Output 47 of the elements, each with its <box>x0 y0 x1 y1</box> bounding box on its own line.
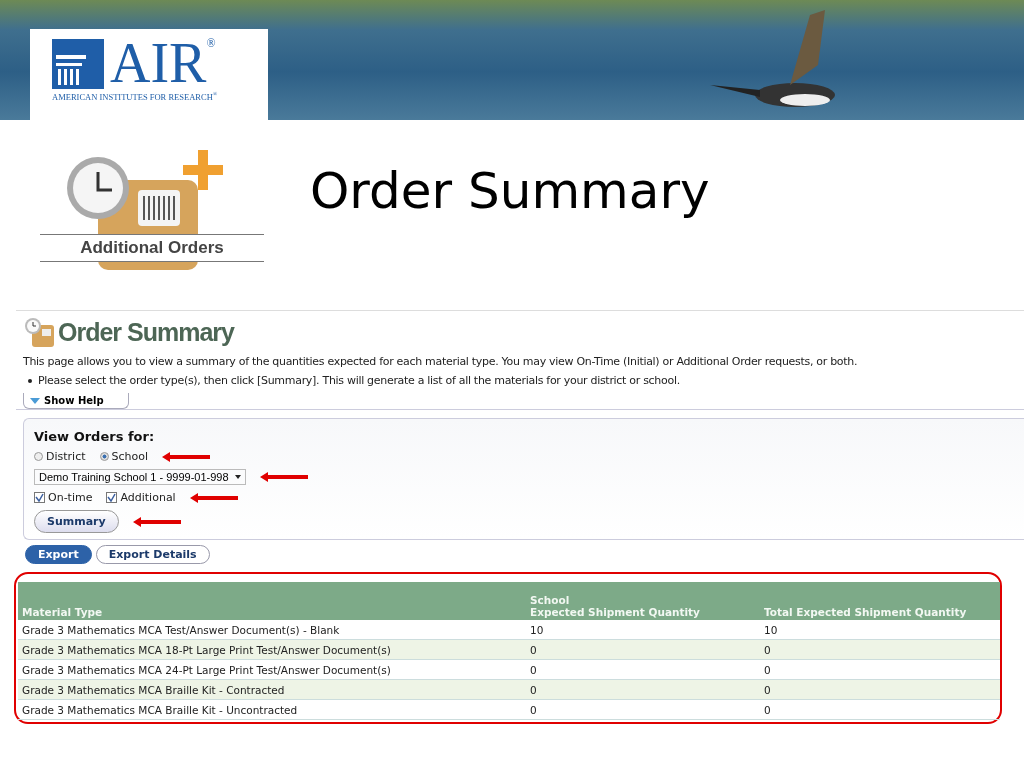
logo-tagline: AMERICAN INSTITUTES FOR RESEARCH$^{®}$ <box>52 91 219 102</box>
logo-wordmark: AIR$^{®}$ <box>110 37 216 89</box>
badge-caption: Additional Orders <box>40 234 264 262</box>
checkbox[interactable] <box>34 492 45 503</box>
table-cell: Grade 3 Mathematics MCA Braille Kit - Contracted <box>18 679 526 700</box>
table-cell: 10 <box>526 620 760 640</box>
table-cell: Grade 3 Mathematics MCA 18-Pt Large Print Test/Answer Document(s) <box>18 639 526 660</box>
checkbox-option[interactable]: Additional <box>106 491 176 504</box>
slide-title: Order Summary <box>310 162 710 220</box>
arrow-icon <box>132 516 181 527</box>
radio-button[interactable] <box>99 452 109 461</box>
table-cell: 0 <box>760 699 1000 720</box>
export-button[interactable]: Export Details <box>95 545 210 564</box>
table-cell: 0 <box>526 639 760 660</box>
table-cell: 0 <box>526 699 760 720</box>
show-help-toggle[interactable]: Show Help <box>23 393 129 409</box>
bullet-icon <box>28 378 32 383</box>
caret-icon <box>234 475 241 479</box>
table-cell: Grade 3 Mathematics MCA 24-Pt Large Print Test/Answer Document(s) <box>18 659 526 680</box>
radio-option[interactable]: School <box>99 450 149 463</box>
radio-button[interactable] <box>34 452 43 461</box>
column-header: School Expected Shipment Quantity <box>526 582 760 620</box>
page-heading: Order Summary <box>58 317 234 347</box>
table-cell: Grade 3 Mathematics MCA Test/Answer Document(s) - Blank <box>18 620 526 640</box>
arrow-icon <box>162 451 211 462</box>
school-dropdown[interactable]: Demo Training School 1 - 9999-01-998 <box>34 469 246 485</box>
column-header: Total Expected Shipment Quantity <box>760 582 1000 620</box>
table-cell: 0 <box>526 679 760 700</box>
summary-button[interactable]: Summary <box>34 510 119 533</box>
filter-heading: View Orders for: <box>34 429 156 444</box>
instruction-text: Please select the order type(s), then click [Summary]. This will generate a list of all the materials for your district or school. <box>38 374 680 387</box>
table-cell: 0 <box>760 659 1000 680</box>
arrow-icon <box>259 472 308 482</box>
checkbox-option[interactable]: On-time <box>34 491 93 504</box>
intro-text: This page allows you to view a summary of the quantities expected for each material type. You may view On-Time (Initial) or Additional Order requests, or both. <box>23 355 859 368</box>
table-cell: 0 <box>760 679 1000 700</box>
arrow-icon <box>189 492 238 503</box>
table-cell: 10 <box>760 620 1000 640</box>
table-cell: 0 <box>526 659 760 680</box>
export-button[interactable]: Export <box>25 545 92 564</box>
table-cell: Grade 3 Mathematics MCA Braille Kit - Uncontracted <box>18 699 526 720</box>
checkbox[interactable] <box>106 492 118 503</box>
column-header: Material Type <box>18 582 526 620</box>
column-logo-icon <box>52 39 104 89</box>
table-cell: 0 <box>760 639 1000 660</box>
radio-option[interactable]: District <box>34 450 86 463</box>
package-clock-icon <box>24 317 54 347</box>
